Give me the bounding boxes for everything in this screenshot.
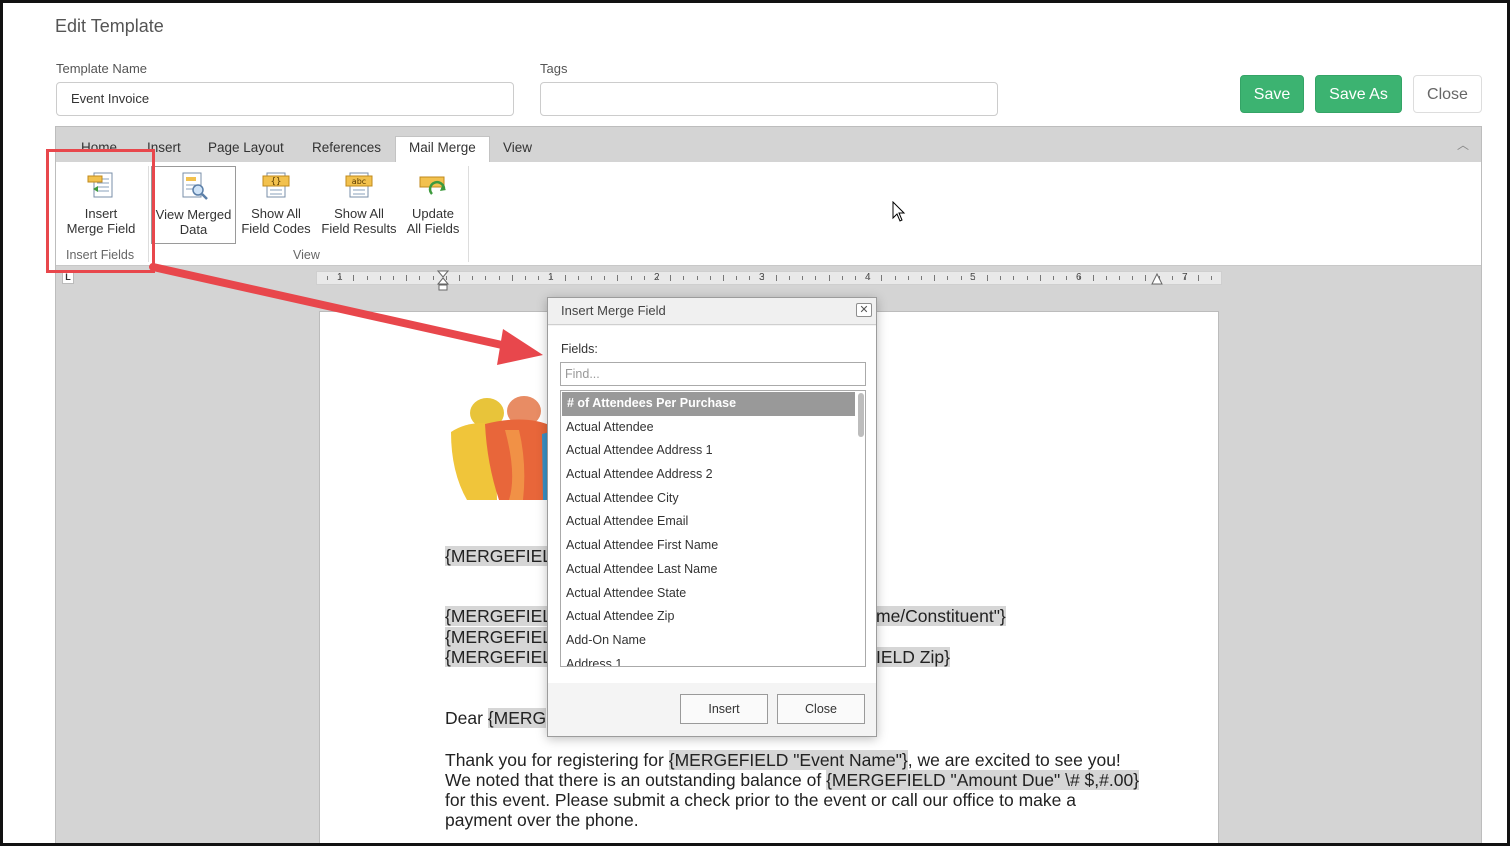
list-item[interactable]: Address 1: [561, 653, 865, 666]
dialog-close-icon[interactable]: ✕: [856, 303, 872, 317]
scrollbar-thumb[interactable]: [858, 393, 864, 437]
fields-listbox[interactable]: # of Attendees Per Purchase Actual Atten…: [560, 390, 866, 667]
list-scrollbar[interactable]: [856, 391, 865, 666]
list-item[interactable]: Actual Attendee Email: [561, 510, 865, 534]
insert-merge-field-dialog: Insert Merge Field ✕ Fields: Find... # o…: [547, 297, 877, 737]
list-item[interactable]: Actual Attendee Last Name: [561, 558, 865, 582]
list-item[interactable]: Actual Attendee Zip: [561, 605, 865, 629]
list-item[interactable]: Actual Attendee City: [561, 487, 865, 511]
dialog-close-button[interactable]: Close: [777, 694, 865, 724]
list-item[interactable]: Actual Attendee: [561, 416, 865, 440]
list-item[interactable]: Actual Attendee Address 1: [561, 439, 865, 463]
list-item[interactable]: # of Attendees Per Purchase: [562, 392, 855, 416]
find-input[interactable]: Find...: [560, 362, 866, 386]
list-item[interactable]: Actual Attendee First Name: [561, 534, 865, 558]
list-item[interactable]: Actual Attendee State: [561, 582, 865, 606]
list-item[interactable]: Add-On Name: [561, 629, 865, 653]
dialog-body: Fields: Find... # of Attendees Per Purch…: [548, 326, 876, 683]
fields-label: Fields:: [561, 342, 598, 356]
mouse-cursor-icon: [892, 201, 906, 222]
insert-button[interactable]: Insert: [680, 694, 768, 724]
window: Edit Template Template Name Event Invoic…: [0, 0, 1510, 846]
list-item[interactable]: Actual Attendee Address 2: [561, 463, 865, 487]
dialog-title: Insert Merge Field: [548, 298, 876, 325]
